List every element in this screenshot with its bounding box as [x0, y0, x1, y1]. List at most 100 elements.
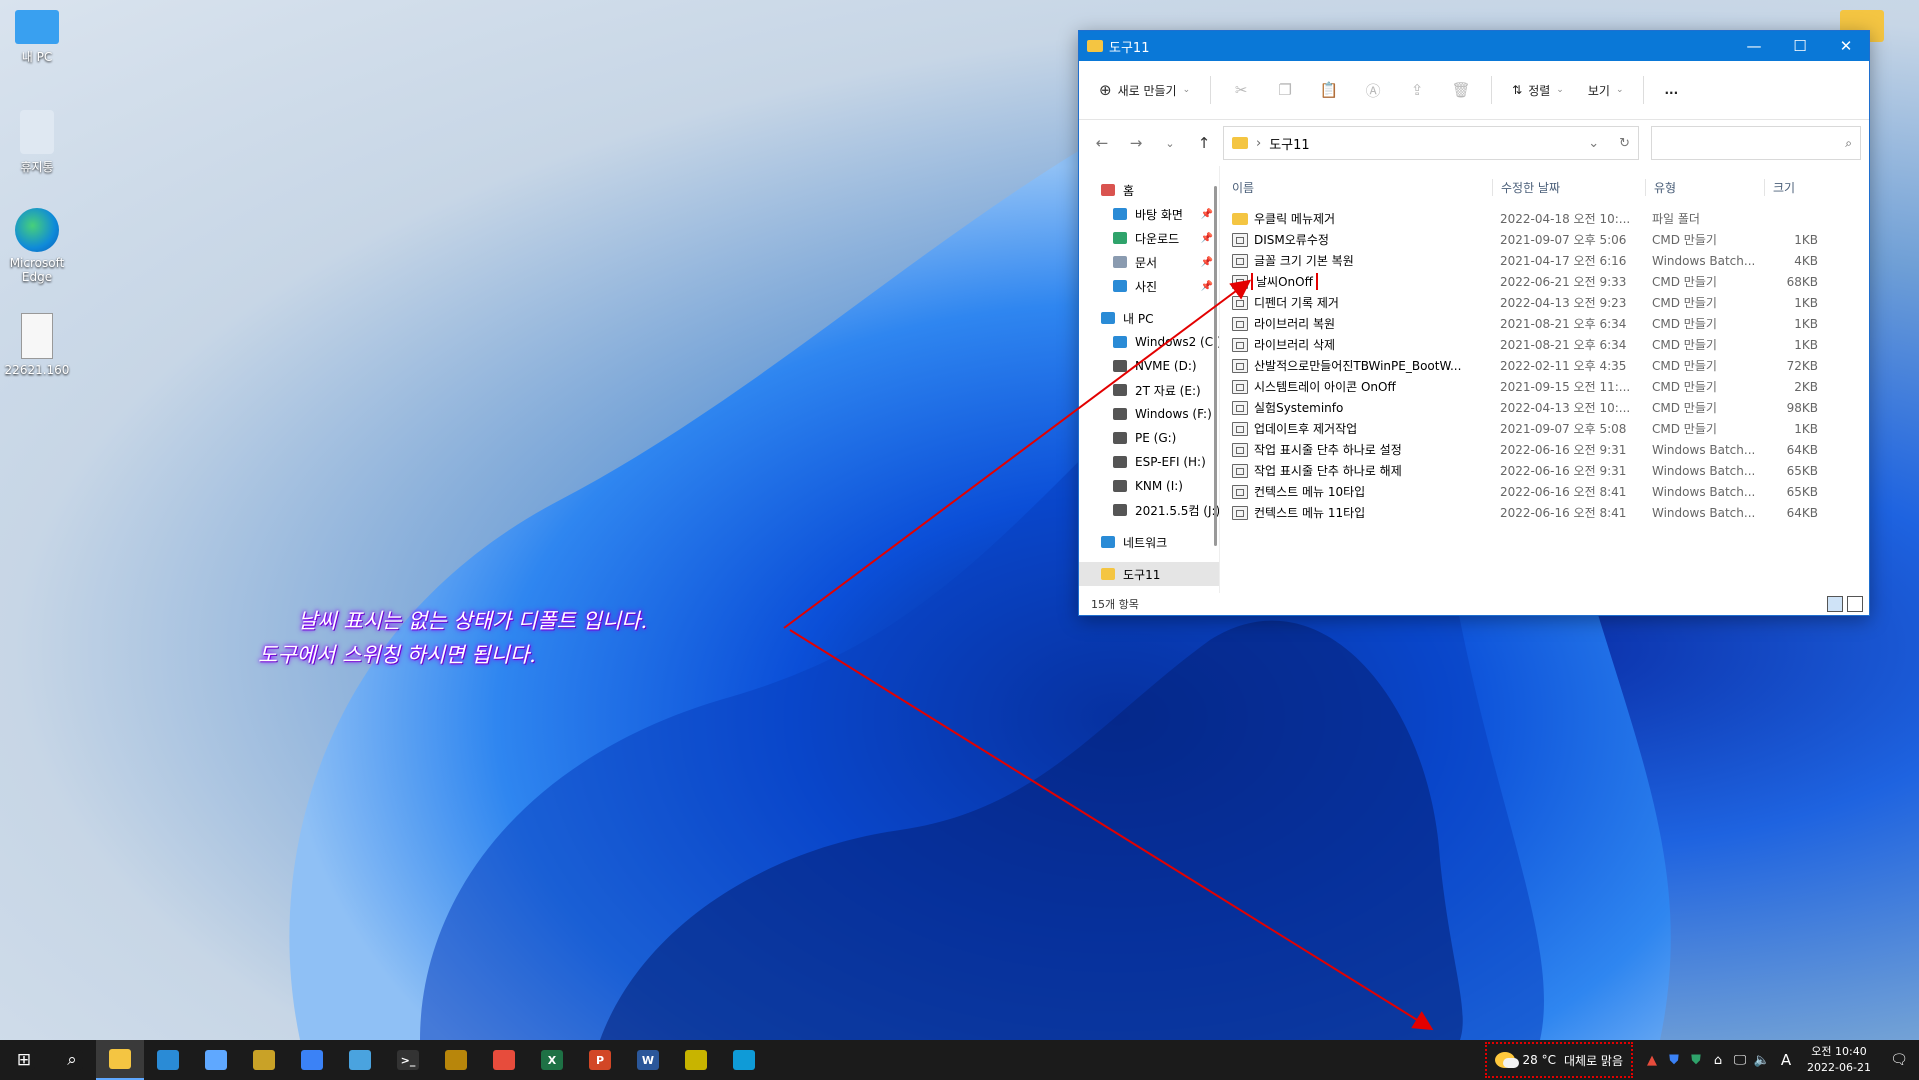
volume-icon[interactable]: 🔈: [1751, 1040, 1773, 1080]
store-icon: [301, 1050, 323, 1070]
desktop-icon-my-pc[interactable]: 내 PC: [1, 10, 73, 65]
taskbar-app[interactable]: ⌕: [48, 1040, 96, 1080]
details-view-icon[interactable]: [1827, 596, 1843, 612]
file-row[interactable]: 업데이트후 제거작업 2021-09-07 오후 5:08 CMD 만들기 1KB: [1232, 418, 1869, 439]
view-button[interactable]: 보기 ⌄: [1578, 76, 1634, 105]
new-button[interactable]: ⊕ 새로 만들기 ⌄: [1089, 75, 1200, 105]
nav-item[interactable]: NVME (D:): [1079, 354, 1219, 378]
shield-check-icon[interactable]: ⛊: [1685, 1040, 1707, 1080]
nav-item[interactable]: 도구11: [1079, 562, 1219, 586]
back-arrow-icon[interactable]: ←: [1087, 134, 1117, 152]
nav-item[interactable]: 바탕 화면 📌: [1079, 202, 1219, 226]
close-button[interactable]: ✕: [1823, 31, 1869, 61]
column-header-type[interactable]: 유형: [1646, 178, 1765, 196]
file-row[interactable]: 산발적으로만들어진TBWinPE_BootW... 2022-02-11 오후 4…: [1232, 355, 1869, 376]
file-row[interactable]: DISM오류수정 2021-09-07 오후 5:06 CMD 만들기 1KB: [1232, 229, 1869, 250]
security-shield-icon[interactable]: ⛊: [1663, 1040, 1685, 1080]
maximize-button[interactable]: ☐: [1777, 31, 1823, 61]
address-bar[interactable]: › 도구11 ⌄ ↻: [1223, 126, 1639, 160]
file-row[interactable]: 우클릭 메뉴제거 2022-04-18 오전 10:... 파일 폴더: [1232, 208, 1869, 229]
file-row[interactable]: 시스템트레이 아이콘 OnOff 2021-09-15 오전 11:... CMD …: [1232, 376, 1869, 397]
rename-icon[interactable]: Ⓐ: [1353, 76, 1393, 104]
taskbar-app[interactable]: >_: [384, 1040, 432, 1080]
taskbar-app[interactable]: W: [624, 1040, 672, 1080]
delete-icon[interactable]: 🗑: [1441, 76, 1481, 104]
file-type: Windows Batch...: [1652, 484, 1756, 499]
taskbar-app[interactable]: ⊞: [0, 1040, 48, 1080]
file-row[interactable]: 작업 표시줄 단추 하나로 해제 2022-06-16 오전 9:31 Window…: [1232, 460, 1869, 481]
usb-icon[interactable]: ⌂: [1707, 1040, 1729, 1080]
nav-item[interactable]: 홈: [1079, 178, 1219, 202]
taskbar-app[interactable]: [480, 1040, 528, 1080]
batch-file-icon: [1232, 295, 1248, 310]
nav-item[interactable]: 2021.5.5컴 (J:): [1079, 498, 1219, 522]
nav-item[interactable]: KNM (I:): [1079, 474, 1219, 498]
notification-icon[interactable]: 🗨: [1879, 1052, 1919, 1068]
more-icon: ...: [1664, 83, 1679, 97]
file-row[interactable]: 글꼴 크기 기본 복원 2021-04-17 오전 6:16 Windows Bat…: [1232, 250, 1869, 271]
taskbar-app[interactable]: [720, 1040, 768, 1080]
nav-item[interactable]: 다운로드 📌: [1079, 226, 1219, 250]
nav-item[interactable]: 문서 📌: [1079, 250, 1219, 274]
taskbar-app[interactable]: [288, 1040, 336, 1080]
search-input[interactable]: [1658, 134, 1846, 152]
file-row[interactable]: 라이브러리 삭제 2021-08-21 오후 6:34 CMD 만들기 1KB: [1232, 334, 1869, 355]
taskbar-app[interactable]: X: [528, 1040, 576, 1080]
chevron-down-icon[interactable]: ⌄: [1588, 136, 1599, 151]
search-box[interactable]: ⌕: [1651, 126, 1861, 160]
paste-icon[interactable]: 📋: [1309, 76, 1349, 104]
file-row[interactable]: 컨텍스트 메뉴 10타입 2022-06-16 오전 8:41 Windows Ba…: [1232, 481, 1869, 502]
file-row[interactable]: 라이브러리 복원 2021-08-21 오후 6:34 CMD 만들기 1KB: [1232, 313, 1869, 334]
file-row[interactable]: 작업 표시줄 단추 하나로 설정 2022-06-16 오전 9:31 Window…: [1232, 439, 1869, 460]
column-header-date[interactable]: 수정한 날짜: [1493, 178, 1646, 196]
desktop-icon-recycle-bin[interactable]: 휴지통: [1, 110, 73, 175]
nav-item[interactable]: 사진 📌: [1079, 274, 1219, 298]
weather-widget[interactable]: 28 °C 대체로 맑음: [1484, 1042, 1633, 1078]
title-bar[interactable]: 도구11 — ☐ ✕: [1079, 31, 1869, 61]
taskbar-app[interactable]: [192, 1040, 240, 1080]
cut-icon[interactable]: ✂: [1221, 76, 1261, 104]
file-name: 날씨OnOff: [1251, 273, 1318, 290]
nav-item[interactable]: 내 PC: [1079, 306, 1219, 330]
nav-item[interactable]: 네트워크: [1079, 530, 1219, 554]
copy-icon[interactable]: ❐: [1265, 76, 1305, 104]
column-header-size[interactable]: 크기: [1765, 179, 1829, 196]
sort-button[interactable]: ⇅ 정렬 ⌄: [1502, 76, 1574, 105]
nav-item-icon: [1113, 432, 1127, 444]
column-header-name[interactable]: 이름: [1232, 178, 1493, 196]
batch-file-icon: [1232, 505, 1248, 520]
taskbar-app[interactable]: [336, 1040, 384, 1080]
nav-item[interactable]: Windows (F:): [1079, 402, 1219, 426]
nav-item[interactable]: ESP-EFI (H:): [1079, 450, 1219, 474]
share-icon[interactable]: ⇪: [1397, 76, 1437, 104]
file-row[interactable]: 실험Systeminfo 2022-04-13 오전 10:... CMD 만들기 9…: [1232, 397, 1869, 418]
nav-item[interactable]: Windows2 (C:): [1079, 330, 1219, 354]
taskbar-app[interactable]: [144, 1040, 192, 1080]
forward-arrow-icon[interactable]: →: [1121, 134, 1151, 152]
file-date: 2022-04-13 오전 10:...: [1500, 401, 1631, 415]
more-button[interactable]: ...: [1654, 77, 1688, 103]
desktop-icon-file[interactable]: 22621.160: [1, 313, 73, 377]
ime-indicator[interactable]: A: [1773, 1040, 1799, 1080]
refresh-icon[interactable]: ↻: [1619, 136, 1630, 151]
taskbar-app[interactable]: [240, 1040, 288, 1080]
taskbar-app[interactable]: [96, 1040, 144, 1080]
desktop-icon-edge[interactable]: Microsoft Edge: [1, 208, 73, 284]
file-row[interactable]: 컨텍스트 메뉴 11타입 2022-06-16 오전 8:41 Windows Ba…: [1232, 502, 1869, 523]
nav-item[interactable]: 2T 자료 (E:): [1079, 378, 1219, 402]
taskbar-app[interactable]: [672, 1040, 720, 1080]
nav-item[interactable]: PE (G:): [1079, 426, 1219, 450]
minimize-button[interactable]: —: [1731, 31, 1777, 61]
clock[interactable]: 오전 10:40 2022-06-21: [1799, 1044, 1879, 1076]
file-row[interactable]: 날씨OnOff 2022-06-21 오전 9:33 CMD 만들기 68KB: [1232, 271, 1869, 292]
taskbar-app[interactable]: [432, 1040, 480, 1080]
taskbar-app[interactable]: P: [576, 1040, 624, 1080]
tiles-view-icon[interactable]: [1847, 596, 1863, 612]
network-icon[interactable]: 🖵: [1729, 1040, 1751, 1080]
scrollbar[interactable]: [1214, 186, 1217, 546]
chevron-down-icon[interactable]: ⌄: [1155, 137, 1185, 150]
file-row[interactable]: 디펜더 기록 제거 2022-04-13 오전 9:23 CMD 만들기 1KB: [1232, 292, 1869, 313]
file-date: 2021-09-15 오전 11:...: [1500, 380, 1631, 394]
up-arrow-icon[interactable]: ↑: [1189, 134, 1219, 152]
tray-app-icon[interactable]: ▲: [1641, 1040, 1663, 1080]
